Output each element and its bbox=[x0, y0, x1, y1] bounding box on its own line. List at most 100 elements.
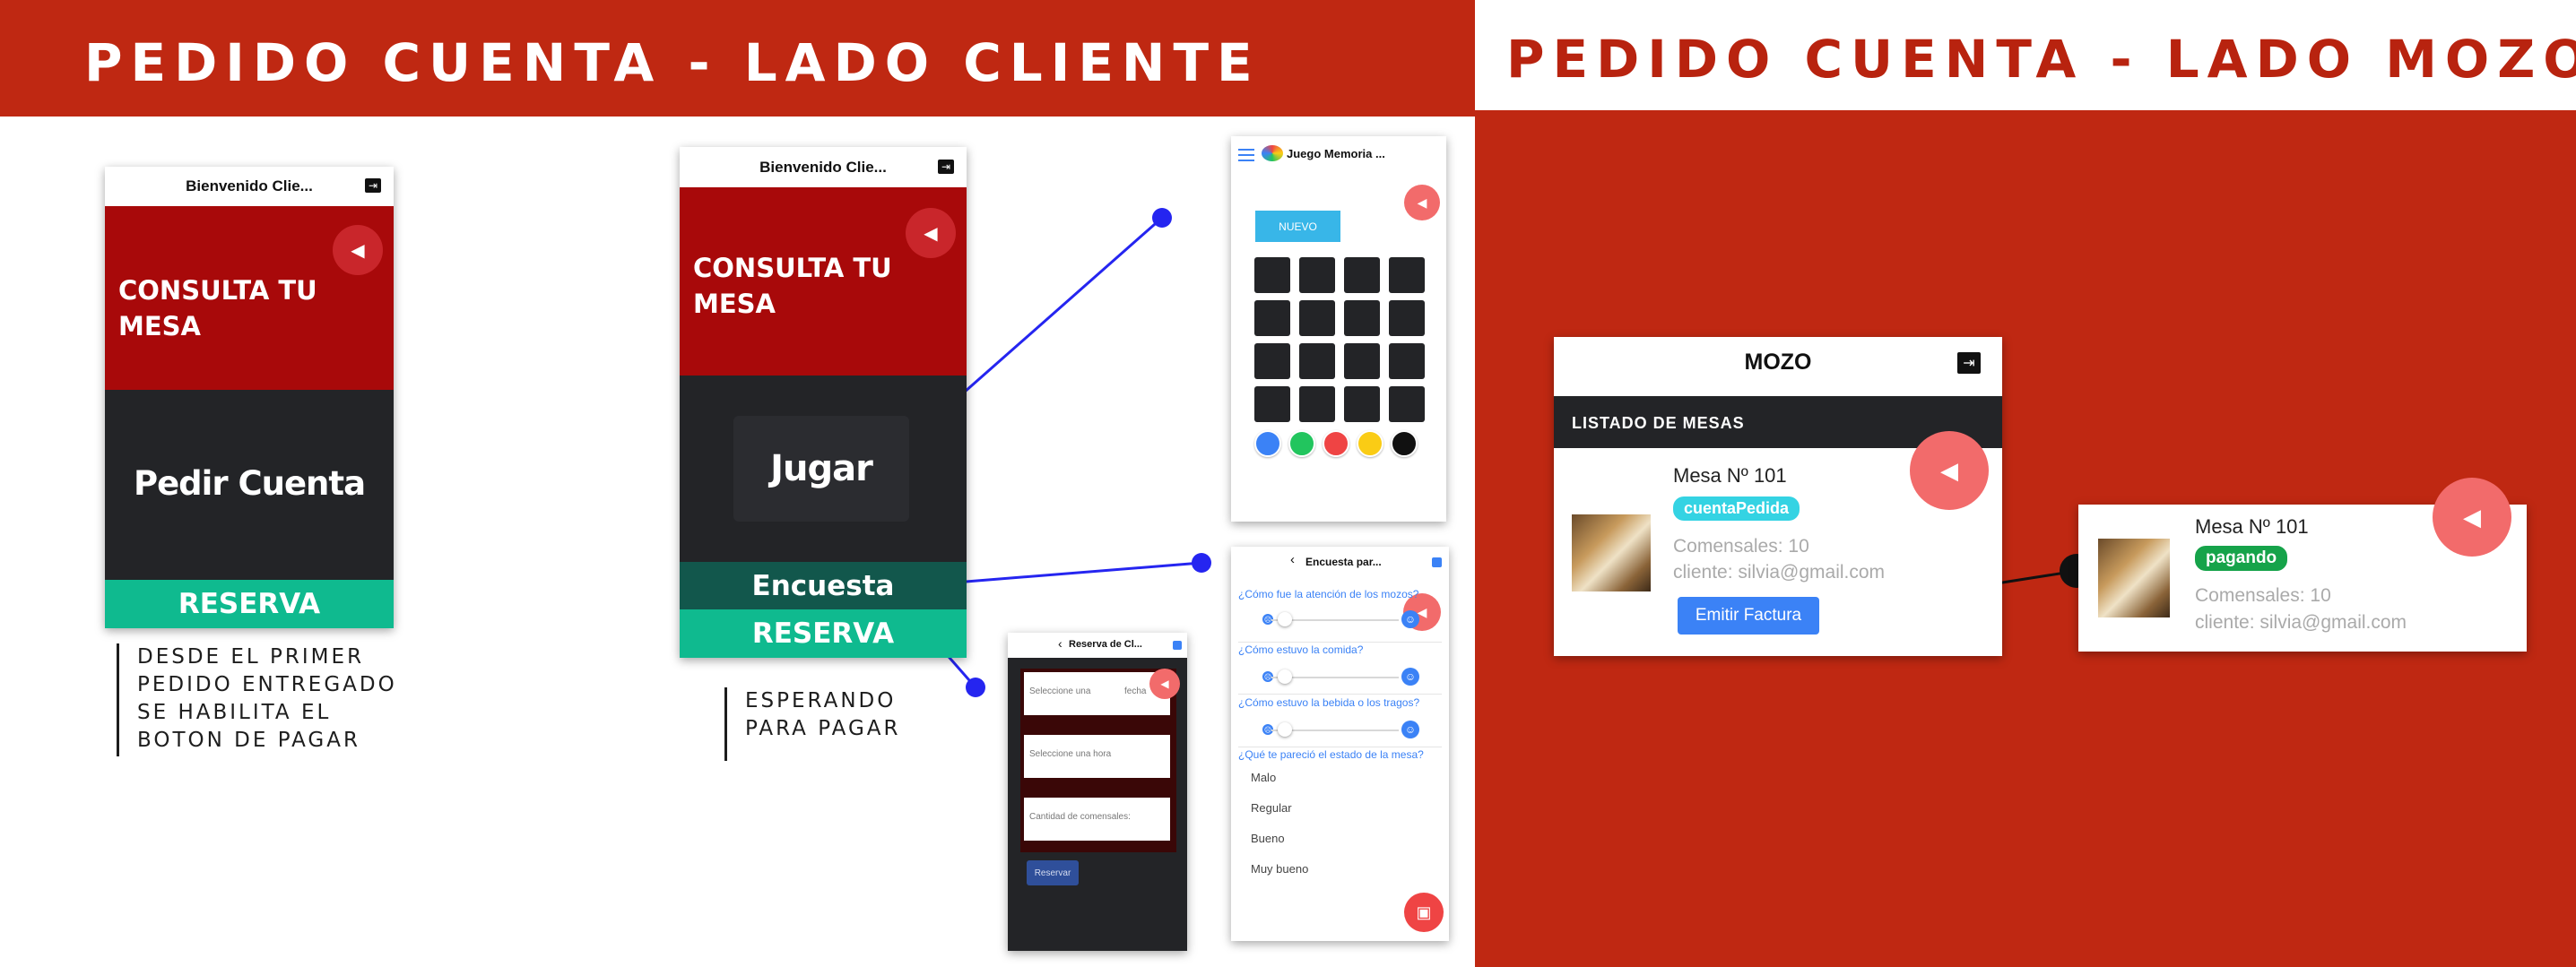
survey-question: ¿Cómo estuvo la bebida o los tragos? bbox=[1238, 696, 1420, 709]
time-placeholder: Seleccione una hora bbox=[1029, 749, 1112, 759]
memory-card[interactable] bbox=[1254, 343, 1290, 379]
color-dot[interactable] bbox=[1254, 430, 1281, 457]
survey-question: ¿Qué te pareció el estado de la mesa? bbox=[1238, 748, 1424, 761]
mozo-screen: MOZO ⇥ LISTADO DE MESAS Mesa Nº 101 cuen… bbox=[1554, 337, 2002, 656]
memory-card[interactable] bbox=[1254, 257, 1290, 293]
memory-card[interactable] bbox=[1389, 300, 1425, 336]
memory-game-screen: Juego Memoria ... ◀ NUEVO bbox=[1231, 136, 1446, 522]
survey-option[interactable]: Malo bbox=[1251, 771, 1276, 784]
table-photo bbox=[1572, 514, 1651, 591]
encuesta-button[interactable]: Encuesta bbox=[680, 562, 967, 609]
camera-icon[interactable]: ▣ bbox=[1404, 893, 1444, 932]
reserve-button[interactable]: RESERVA bbox=[105, 580, 394, 628]
memory-card[interactable] bbox=[1344, 257, 1380, 293]
face-happy-icon: ☺ bbox=[1401, 721, 1419, 738]
table-photo bbox=[2098, 539, 2170, 617]
divider bbox=[1238, 694, 1442, 695]
chevron-left-icon[interactable]: ‹ bbox=[1058, 636, 1062, 651]
speaker-icon[interactable]: ◀ bbox=[1149, 669, 1180, 699]
status-badge: cuentaPedida bbox=[1673, 496, 1800, 521]
chevron-left-icon[interactable]: ‹ bbox=[1290, 552, 1295, 567]
survey-option[interactable]: Regular bbox=[1251, 801, 1292, 815]
speaker-icon[interactable]: ◀ bbox=[2433, 478, 2511, 557]
connector-survey bbox=[932, 561, 1202, 586]
hero-text: CONSULTA TU MESA bbox=[118, 275, 317, 341]
reservation-header-icon[interactable] bbox=[1173, 641, 1182, 650]
memory-card[interactable] bbox=[1389, 343, 1425, 379]
date-field[interactable]: Seleccione una fecha bbox=[1024, 672, 1170, 715]
memory-card[interactable] bbox=[1299, 386, 1335, 422]
reserve-submit-button[interactable]: Reservar bbox=[1027, 860, 1079, 885]
connector-reserve-dot bbox=[966, 678, 985, 697]
memory-card[interactable] bbox=[1299, 300, 1335, 336]
game-title: Juego Memoria ... bbox=[1287, 147, 1385, 160]
survey-screen: ‹ Encuesta par... ◀ ¿Cómo fue la atenció… bbox=[1231, 547, 1449, 941]
survey-option[interactable]: Bueno bbox=[1251, 832, 1285, 845]
speaker-icon[interactable]: ◀ bbox=[1404, 185, 1440, 220]
survey-option[interactable]: Muy bueno bbox=[1251, 862, 1308, 876]
memory-card[interactable] bbox=[1389, 386, 1425, 422]
note-line: ESPERANDO bbox=[745, 689, 897, 712]
speaker-icon[interactable]: ◀ bbox=[906, 208, 956, 258]
client-note-2: ESPERANDO PARA PAGAR bbox=[724, 687, 931, 761]
memory-card[interactable] bbox=[1389, 257, 1425, 293]
phone-header: Bienvenido Clie... bbox=[680, 147, 967, 187]
guests-field[interactable]: Cantidad de comensales: bbox=[1024, 798, 1170, 841]
phone-title: Bienvenido Clie... bbox=[759, 158, 887, 176]
exit-icon[interactable]: ⇥ bbox=[938, 160, 954, 174]
slider-knob[interactable] bbox=[1278, 612, 1292, 626]
memory-card[interactable] bbox=[1254, 386, 1290, 422]
connector-game-dot bbox=[1152, 208, 1172, 228]
emitir-factura-button[interactable]: Emitir Factura bbox=[1678, 597, 1819, 635]
note-line: PEDIDO ENTREGADO bbox=[137, 673, 397, 696]
guests-placeholder: Cantidad de comensales: bbox=[1029, 812, 1131, 822]
connector-game bbox=[941, 216, 1163, 414]
color-dot[interactable] bbox=[1357, 430, 1383, 457]
color-dots bbox=[1254, 430, 1425, 457]
divider bbox=[1238, 642, 1442, 643]
slider-knob[interactable] bbox=[1278, 669, 1292, 684]
exit-icon[interactable]: ⇥ bbox=[1957, 352, 1981, 374]
new-game-button[interactable]: NUEVO bbox=[1255, 211, 1340, 242]
slider-knob[interactable] bbox=[1278, 722, 1292, 737]
phone-title: Bienvenido Clie... bbox=[186, 177, 313, 194]
game-logo-icon bbox=[1262, 145, 1283, 161]
mozo-title: MOZO bbox=[1744, 350, 1812, 375]
client-email: cliente: silvia@gmail.com bbox=[1673, 562, 1886, 583]
pedir-cuenta-button[interactable]: Pedir Cuenta bbox=[105, 429, 394, 537]
status-badge: pagando bbox=[2195, 546, 2288, 571]
memory-card[interactable] bbox=[1344, 386, 1380, 422]
color-dot[interactable] bbox=[1288, 430, 1315, 457]
note-line: PARA PAGAR bbox=[745, 717, 901, 740]
phone-header: Bienvenido Clie... bbox=[105, 167, 394, 206]
connector-survey-dot bbox=[1192, 553, 1211, 573]
table-name: Mesa Nº 101 bbox=[1673, 464, 1787, 487]
phone-client-2: Bienvenido Clie... ⇥ CONSULTA TU MESA ◀ … bbox=[680, 147, 967, 658]
color-dot[interactable] bbox=[1323, 430, 1349, 457]
note-line: BOTON DE PAGAR bbox=[137, 729, 360, 752]
reservation-title: Reserva de Cl... bbox=[1069, 639, 1142, 650]
list-header-label: LISTADO DE MESAS bbox=[1572, 414, 1745, 432]
time-field[interactable]: Seleccione una hora bbox=[1024, 735, 1170, 778]
exit-icon[interactable]: ⇥ bbox=[365, 178, 381, 193]
guests-count: Comensales: 10 bbox=[2195, 585, 2331, 606]
memory-grid bbox=[1254, 257, 1425, 424]
note-line: DESDE EL PRIMER bbox=[137, 645, 365, 669]
speaker-icon[interactable]: ◀ bbox=[333, 225, 383, 275]
survey-header-icon[interactable] bbox=[1432, 557, 1442, 567]
memory-card[interactable] bbox=[1344, 343, 1380, 379]
phone-client-1: Bienvenido Clie... ⇥ CONSULTA TU MESA ◀ … bbox=[105, 167, 394, 628]
memory-card[interactable] bbox=[1299, 257, 1335, 293]
jugar-button[interactable]: Jugar bbox=[733, 416, 909, 522]
reserve-button[interactable]: RESERVA bbox=[680, 609, 967, 658]
speaker-icon[interactable]: ◀ bbox=[1910, 431, 1989, 510]
hamburger-menu-icon[interactable] bbox=[1238, 149, 1254, 161]
note-line: SE HABILITA EL bbox=[137, 701, 332, 724]
memory-card[interactable] bbox=[1299, 343, 1335, 379]
memory-card[interactable] bbox=[1344, 300, 1380, 336]
face-happy-icon: ☺ bbox=[1401, 668, 1419, 686]
client-email: cliente: silvia@gmail.com bbox=[2195, 612, 2407, 633]
table-name: Mesa Nº 101 bbox=[2195, 515, 2309, 538]
memory-card[interactable] bbox=[1254, 300, 1290, 336]
color-dot[interactable] bbox=[1391, 430, 1418, 457]
